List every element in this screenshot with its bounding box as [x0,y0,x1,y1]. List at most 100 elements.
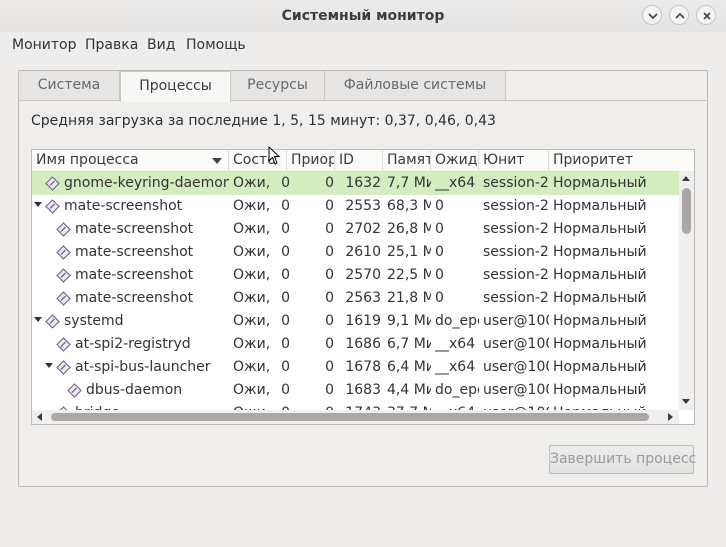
tab-filesystems[interactable]: Файловые системы [325,71,506,100]
expander-arrow-icon[interactable] [34,317,42,322]
process-pid: 2610 [345,244,381,260]
menu-edit[interactable]: Правка [85,37,138,53]
close-button[interactable] [696,5,716,25]
column-header-waiting[interactable]: Ожида [431,150,479,172]
chevron-down-icon [648,13,658,20]
process-cpu: 0 [281,267,290,283]
process-priority: Нормальный [553,175,647,191]
process-unit: session-2. [483,290,549,306]
table-header: Имя процесса Состо Приор ID Памят Ожида … [32,150,694,172]
process-name: mate-screenshot [64,198,183,214]
menu-monitor[interactable]: Монитор [12,37,77,53]
table-row[interactable]: gnome-keyring-daemon Ожи, 0 0 1632 7,7 Ми __x6… [32,172,679,195]
process-waiting: do_epo [435,382,479,398]
process-status: Ожи, [233,359,271,375]
table-row[interactable]: at-spi2-registryd Ожи, 0 0 1686 6,7 Ми __x64 us… [32,333,679,356]
process-pid: 2553 [345,198,381,214]
end-process-button[interactable]: Завершить процесс [549,445,696,474]
expander-arrow-icon[interactable] [45,363,53,368]
process-waiting: 0 [435,198,444,214]
column-header-cpu[interactable]: Приор [287,150,335,172]
column-header-priority[interactable]: Приоритет [549,150,694,172]
process-name: dbus-daemon [86,382,183,398]
process-icon [45,199,60,214]
process-unit: user@100 [483,336,549,352]
process-nice: 0 [325,267,334,283]
process-cpu: 0 [281,221,290,237]
process-icon [56,245,71,260]
process-icon [56,268,71,283]
process-priority: Нормальный [553,313,647,329]
load-average-label: Средняя загрузка за последние 1, 5, 15 м… [31,113,496,129]
process-table[interactable]: Имя процесса Состо Приор ID Памят Ожида … [31,149,695,425]
column-header-name[interactable]: Имя процесса [32,150,229,172]
process-unit: user@100 [483,313,549,329]
scroll-right-icon[interactable] [668,413,673,421]
process-icon [67,383,82,398]
process-priority: Нормальный [553,359,647,375]
title-bar: Системный монитор [0,0,726,32]
tab-resources[interactable]: Ресурсы [231,71,325,100]
process-status: Ожи, [233,290,271,306]
process-memory: 25,1 М [387,244,431,260]
process-memory: 4,4 Ми [387,382,431,398]
tab-system[interactable]: Система [19,71,120,100]
table-row[interactable]: mate-screenshot Ожи, 0 0 2563 21,8 М 0 session-… [32,287,679,310]
expander-arrow-icon[interactable] [34,202,42,207]
process-unit: session-2. [483,267,549,283]
process-cpu: 0 [281,336,290,352]
process-pid: 2570 [345,267,381,283]
process-nice: 0 [325,336,334,352]
scroll-down-icon[interactable] [682,399,690,404]
process-waiting: __x64 [435,359,476,375]
process-nice: 0 [325,313,334,329]
process-name: at-spi-bus-launcher [75,359,211,375]
menu-view[interactable]: Вид [147,37,175,53]
process-nice: 0 [325,290,334,306]
process-name: systemd [64,313,124,329]
process-priority: Нормальный [553,221,647,237]
process-pid: 2563 [345,290,381,306]
column-header-id[interactable]: ID [335,150,383,172]
process-memory: 7,7 Ми [387,175,431,191]
vertical-scroll-thumb[interactable] [682,188,691,234]
column-header-memory[interactable]: Памят [383,150,431,172]
close-icon [703,12,711,20]
process-waiting: 0 [435,267,444,283]
maximize-button[interactable] [669,5,689,25]
process-memory: 6,4 Ми [387,359,431,375]
mouse-cursor-icon [268,146,280,165]
process-status: Ожи, [233,175,271,191]
column-header-unit[interactable]: Юнит [479,150,549,172]
scroll-left-icon[interactable] [37,413,42,421]
process-memory: 26,8 М [387,221,431,237]
sort-descending-icon [212,158,222,164]
minimize-button[interactable] [642,5,662,25]
table-row[interactable]: mate-screenshot Ожи, 0 0 2570 22,5 М 0 session-… [32,264,679,287]
table-row[interactable]: at-spi-bus-launcher Ожи, 0 0 1678 6,4 Ми __x64… [32,356,679,379]
vertical-scrollbar[interactable] [679,171,694,410]
table-row[interactable]: mate-screenshot Ожи, 0 0 2702 26,8 М 0 session-… [32,218,679,241]
table-row[interactable]: systemd Ожи, 0 0 1619 9,1 Миdo_epouser@100Нор… [32,310,679,333]
scroll-up-icon[interactable] [682,176,690,181]
process-unit: session-2. [483,198,549,214]
horizontal-scroll-thumb[interactable] [51,413,649,421]
tab-processes[interactable]: Процессы [120,71,231,102]
table-row[interactable]: dbus-daemon Ожи, 0 0 1683 4,4 Миdo_epouser@10… [32,379,679,402]
process-priority: Нормальный [553,244,647,260]
process-status: Ожи, [233,382,271,398]
chevron-up-icon [675,12,685,19]
process-name: mate-screenshot [75,290,194,306]
process-status: Ожи, [233,221,271,237]
process-pid: 1683 [345,382,381,398]
horizontal-scrollbar[interactable] [32,410,679,424]
process-unit: user@100 [483,359,549,375]
process-nice: 0 [325,221,334,237]
menu-help[interactable]: Помощь [186,37,246,53]
process-priority: Нормальный [553,267,647,283]
window-title: Системный монитор [281,8,445,24]
process-name: mate-screenshot [75,221,194,237]
table-row[interactable]: mate-screenshot Ожи, 0 0 2553 68,3 М 0 session-… [32,195,679,218]
table-row[interactable]: mate-screenshot Ожи, 0 0 2610 25,1 М 0 session-… [32,241,679,264]
process-name: mate-screenshot [75,267,194,283]
